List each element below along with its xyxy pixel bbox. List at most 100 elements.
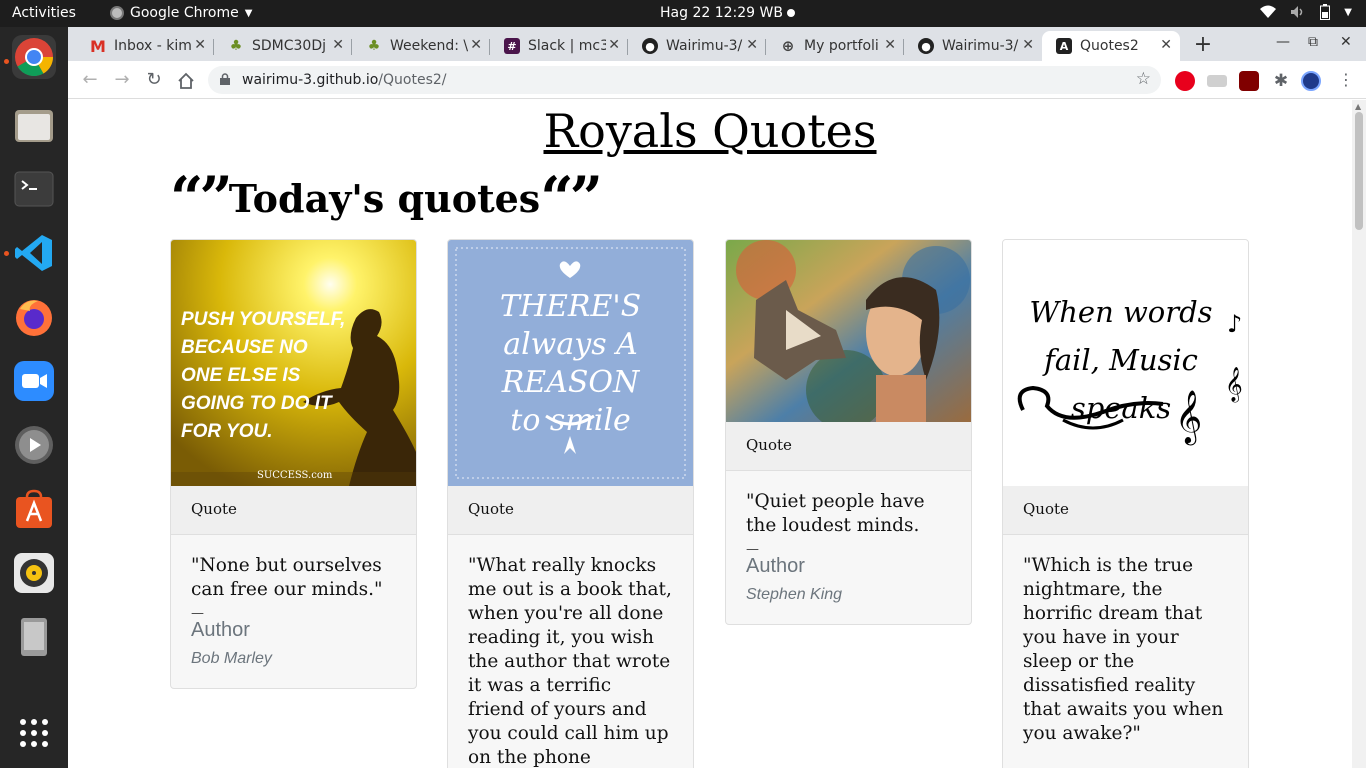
github-icon: ● (642, 38, 658, 54)
author-label: Author (191, 619, 250, 641)
zoom-icon (14, 361, 54, 401)
tab-title: SDMC30Dj (252, 38, 327, 54)
quote-card: Quote "Quiet people have the loudest min… (725, 239, 972, 625)
tab-sdmc[interactable]: ♣ SDMC30Dj ✕ (214, 31, 352, 61)
extension-generic-icon[interactable] (1207, 75, 1227, 87)
url-host: wairimu-3.github.io (242, 72, 379, 88)
arrow-right-icon: → (114, 69, 130, 90)
tab-title: Weekend: \ (390, 38, 468, 54)
vscode-icon (15, 235, 52, 271)
caret-down-icon: ▼ (244, 7, 253, 19)
system-top-bar: Activities Google Chrome ▼ Hag 22 12:29 … (0, 0, 1366, 27)
chrome-icon (110, 6, 124, 20)
quote-image-wolf-painting (726, 240, 971, 422)
activities-button[interactable]: Activities (12, 5, 76, 21)
lock-icon (220, 73, 230, 85)
arrow-left-icon: ← (82, 69, 98, 90)
card-header: Quote (726, 422, 971, 471)
tab-github-1[interactable]: ● Wairimu-3/ ✕ (628, 31, 766, 61)
scrollbar-thumb[interactable] (1355, 112, 1363, 230)
maximize-button[interactable]: ⧉ (1308, 34, 1318, 50)
card-body: "Quiet people have the loudest minds. — … (726, 471, 971, 624)
app-menu[interactable]: Google Chrome ▼ (110, 5, 252, 21)
close-tab-icon[interactable]: ✕ (470, 37, 482, 53)
quote-card: When words fail, Music speaks 𝄞 𝄞 ♪ Quot… (1002, 239, 1249, 768)
plus-icon: + (1193, 32, 1213, 57)
running-indicator (4, 251, 9, 256)
back-button[interactable]: ← (78, 69, 102, 93)
dock-device[interactable] (12, 615, 56, 659)
system-tray[interactable]: ▼ (1260, 4, 1352, 20)
close-tab-icon[interactable]: ✕ (1160, 37, 1172, 53)
dock (0, 27, 68, 768)
clock[interactable]: Hag 22 12:29 WB (660, 5, 783, 21)
dock-videos[interactable] (12, 423, 56, 467)
github-icon: ● (918, 38, 934, 54)
tab-title: Inbox - kim (114, 38, 192, 54)
close-tab-icon[interactable]: ✕ (746, 37, 758, 53)
close-tab-icon[interactable]: ✕ (1022, 37, 1034, 53)
dock-firefox[interactable] (12, 295, 56, 339)
close-tab-icon[interactable]: ✕ (608, 37, 620, 53)
svg-text:𝄞: 𝄞 (1175, 389, 1202, 445)
close-tab-icon[interactable]: ✕ (884, 37, 896, 53)
tab-github-2[interactable]: ● Wairimu-3/ ✕ (904, 31, 1042, 61)
close-tab-icon[interactable]: ✕ (194, 37, 206, 53)
quote-text: "Which is the true nightmare, the horrif… (1023, 555, 1224, 744)
reload-button[interactable]: ↻ (142, 69, 166, 93)
card-header: Quote (448, 486, 693, 535)
dock-software[interactable] (12, 487, 56, 531)
page-scrollbar[interactable]: ▲ (1352, 100, 1366, 768)
quote-author: Stephen King (746, 586, 843, 603)
dock-terminal[interactable] (12, 167, 56, 211)
author-label: Author (746, 555, 805, 577)
new-tab-button[interactable]: + (1190, 33, 1216, 59)
dock-chrome[interactable] (12, 35, 56, 79)
quote-image-always-smile: THERE'S always A REASON to smile (448, 240, 693, 486)
tab-title: Wairimu-3/ (666, 38, 743, 54)
tab-slack[interactable]: # Slack | mc3 ✕ (490, 31, 628, 61)
chrome-icon (15, 38, 54, 77)
close-tab-icon[interactable]: ✕ (332, 37, 344, 53)
quote-author: Bob Marley (191, 650, 272, 667)
tab-title: My portfoli (804, 38, 879, 54)
tab-weekend[interactable]: ♣ Weekend: \ ✕ (352, 31, 490, 61)
dock-rhythmbox[interactable] (12, 551, 56, 595)
tab-title: Slack | mc3 (528, 38, 606, 54)
extensions-puzzle-icon[interactable]: ✱ (1271, 71, 1291, 91)
image-caption: THERE'S always A REASON to smile (499, 289, 642, 438)
card-header: Quote (171, 486, 416, 535)
menu-button[interactable]: ⋮ (1334, 69, 1358, 93)
home-button[interactable] (174, 69, 198, 93)
tab-strip: M Inbox - kim ✕ ♣ SDMC30Dj ✕ ♣ Weekend: … (68, 27, 1366, 61)
files-icon (15, 110, 53, 142)
tab-quotes2[interactable]: A Quotes2 ✕ (1042, 31, 1180, 61)
quote-text: "What really knocks me out is a book tha… (468, 555, 672, 768)
card-body: "Which is the true nightmare, the horrif… (1003, 535, 1248, 768)
url-text: wairimu-3.github.io/Quotes2/ (242, 72, 447, 88)
dock-vscode[interactable] (12, 231, 56, 275)
bookmark-star-icon[interactable]: ☆ (1136, 69, 1151, 89)
minimize-button[interactable]: — (1276, 34, 1290, 50)
show-applications-button[interactable] (12, 711, 56, 755)
dock-zoom[interactable] (12, 359, 56, 403)
section-title-text: Today's quotes (228, 176, 541, 221)
svg-text:𝄞: 𝄞 (1225, 367, 1243, 403)
quote-open-icon: “” (170, 164, 233, 232)
tab-portfolio[interactable]: ⊕ My portfoli ✕ (766, 31, 904, 61)
profile-avatar[interactable] (1301, 71, 1321, 91)
music-player-icon (14, 553, 54, 593)
home-icon (178, 72, 194, 89)
wifi-icon (1260, 5, 1277, 18)
scroll-up-icon[interactable]: ▲ (1355, 102, 1361, 111)
gmail-icon: M (90, 36, 106, 56)
extension-opera-icon[interactable] (1175, 71, 1195, 91)
slack-icon: # (504, 38, 520, 54)
dock-files[interactable] (12, 103, 56, 147)
forward-button[interactable]: → (110, 69, 134, 93)
page-viewport: Royals Quotes “”Today's quotes“” PUSH YO… (68, 100, 1366, 768)
address-bar[interactable]: wairimu-3.github.io/Quotes2/ ☆ (208, 66, 1161, 94)
ublock-origin-icon[interactable] (1239, 71, 1259, 91)
tab-gmail[interactable]: M Inbox - kim ✕ (76, 31, 214, 61)
close-window-button[interactable]: ✕ (1340, 34, 1352, 50)
